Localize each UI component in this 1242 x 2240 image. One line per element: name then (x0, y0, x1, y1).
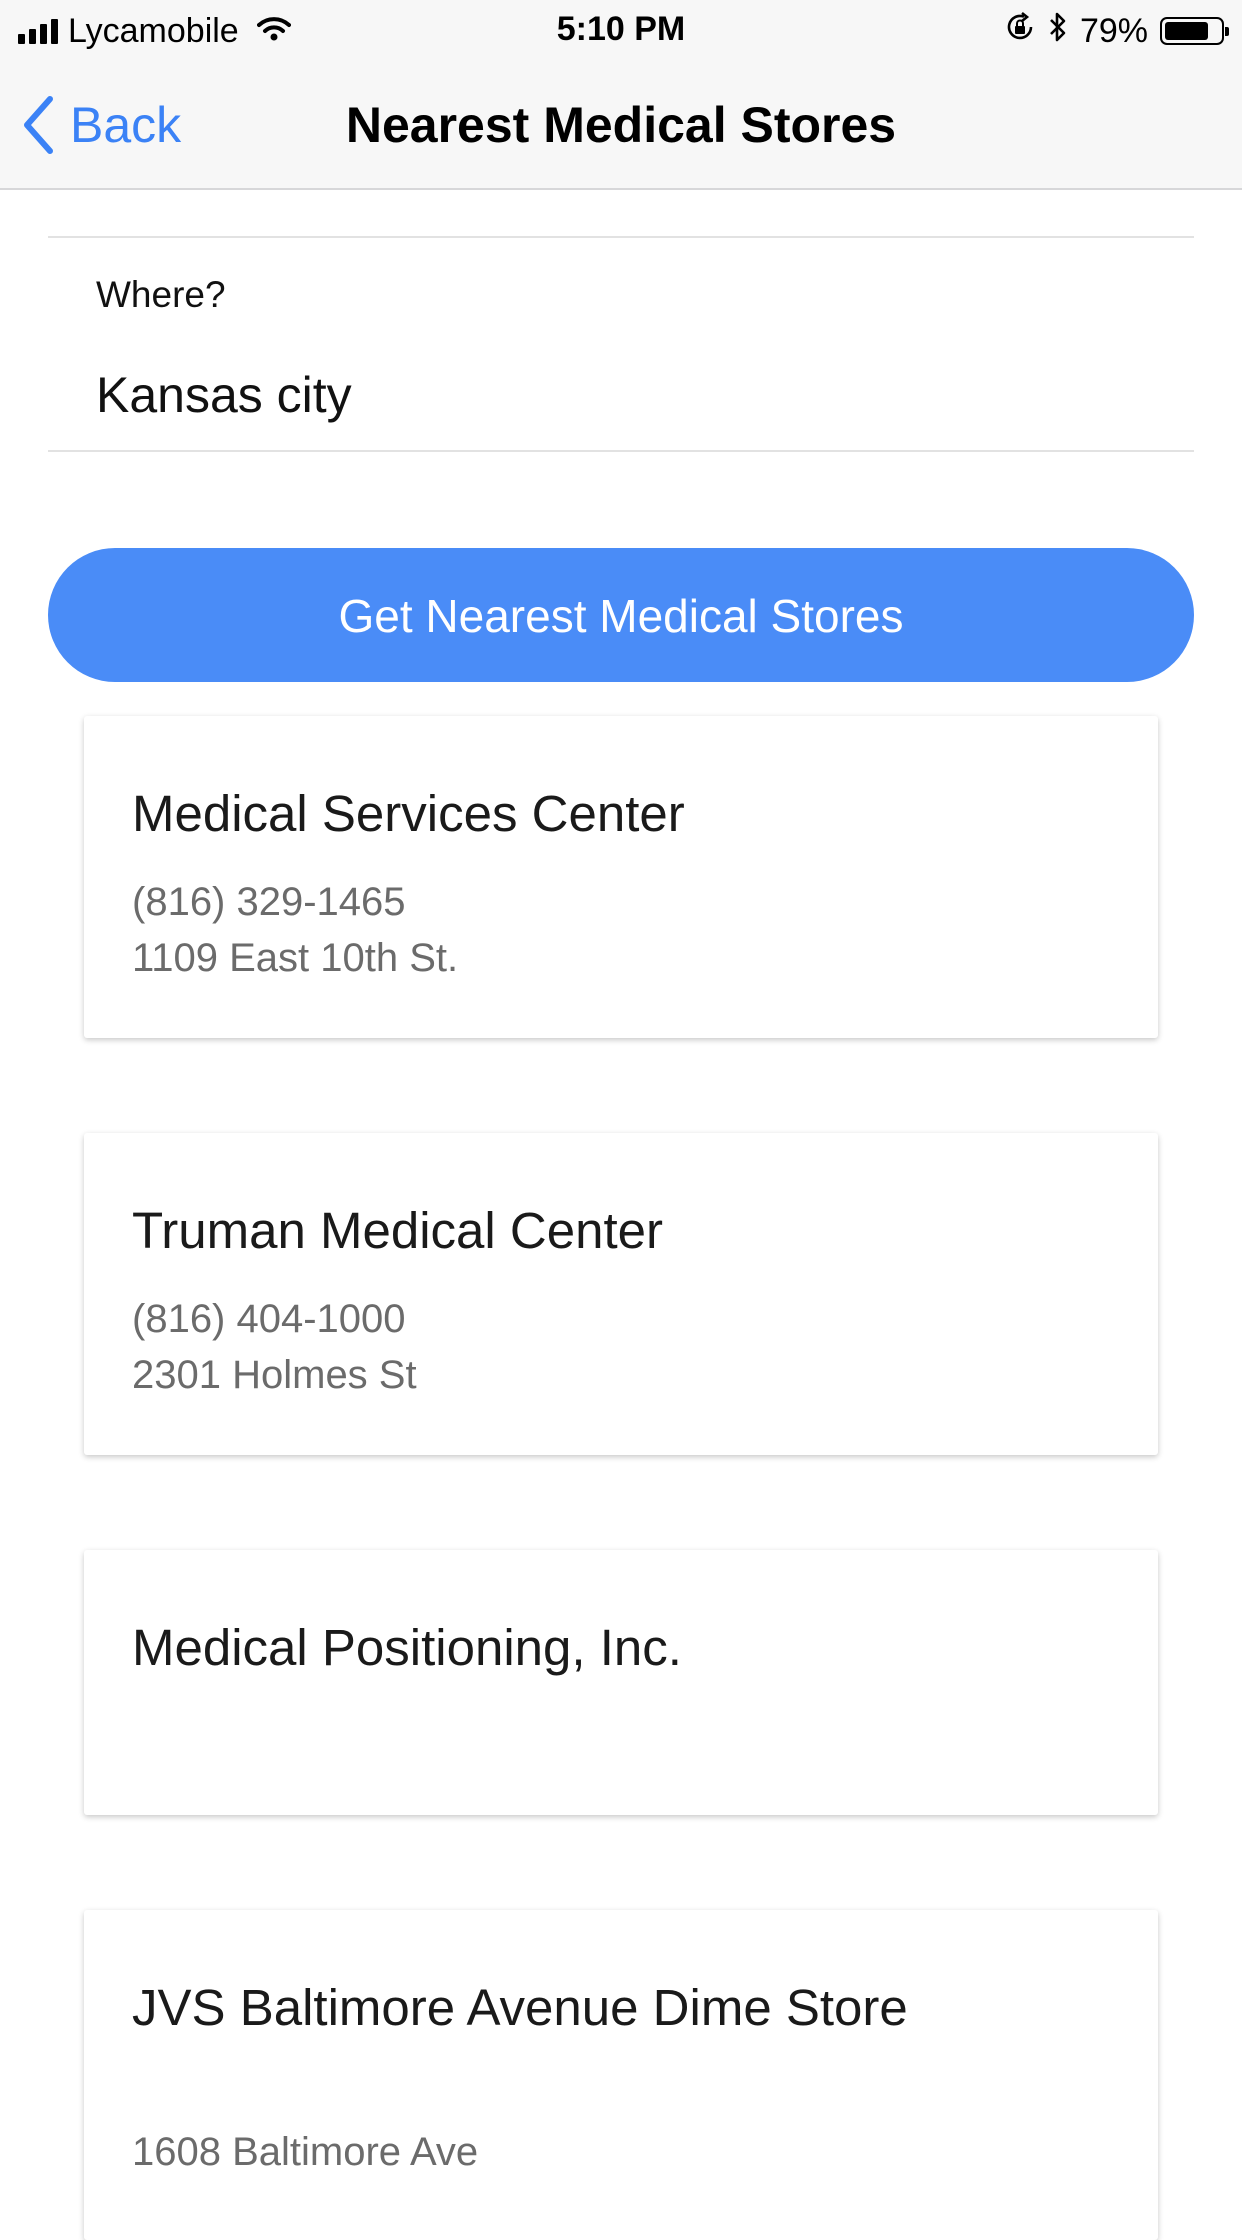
battery-icon (1160, 17, 1229, 45)
store-name: Medical Positioning, Inc. (132, 1619, 682, 1676)
status-right: 79% (1004, 10, 1229, 52)
store-name: Medical Services Center (132, 785, 685, 842)
input-underline (48, 450, 1194, 452)
store-name: Truman Medical Center (132, 1202, 663, 1259)
where-label: Where? (96, 274, 226, 315)
get-nearest-stores-button[interactable]: Get Nearest Medical Stores (48, 548, 1194, 682)
bluetooth-icon (1048, 11, 1068, 52)
store-card[interactable]: Truman Medical Center (816) 404-1000 230… (84, 1133, 1158, 1455)
store-phone: (816) 329-1465 (132, 880, 406, 924)
rotation-lock-icon (1004, 11, 1036, 52)
top-divider (48, 236, 1194, 238)
store-phone: (816) 404-1000 (132, 1297, 406, 1341)
status-bar: Lycamobile 5:10 PM 79% (0, 0, 1242, 62)
page-title: Nearest Medical Stores (345, 97, 897, 153)
battery-fill (1165, 22, 1208, 40)
store-address: 2301 Holmes St (132, 1353, 417, 1397)
store-card[interactable]: Medical Positioning, Inc. (84, 1550, 1158, 1815)
store-card[interactable]: JVS Baltimore Avenue Dime Store 1608 Bal… (84, 1910, 1158, 2240)
where-input[interactable] (96, 360, 1186, 430)
store-card[interactable]: Medical Services Center (816) 329-1465 1… (84, 716, 1158, 1038)
battery-percent: 79% (1079, 11, 1148, 50)
store-address: 1608 Baltimore Ave (132, 2130, 479, 2174)
navigation-bar: Back Nearest Medical Stores (0, 62, 1242, 190)
store-address: 1109 East 10th St. (132, 936, 459, 980)
store-name: JVS Baltimore Avenue Dime Store (132, 1979, 908, 2036)
